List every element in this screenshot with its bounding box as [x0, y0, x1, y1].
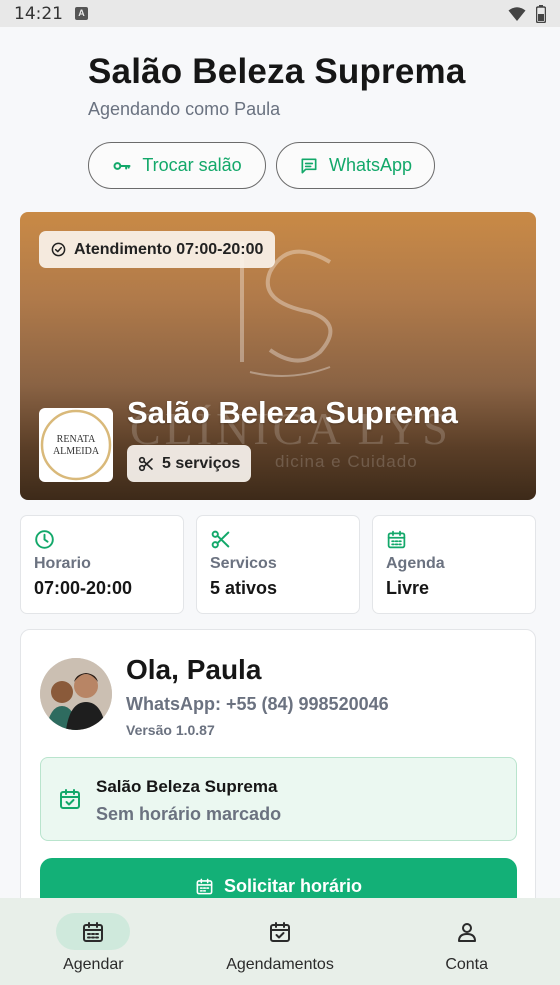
hours-badge-label: Atendimento 07:00-20:00 [74, 240, 264, 258]
services-chip-label: 5 serviços [162, 454, 241, 472]
page-title: Salão Beleza Suprema [88, 52, 466, 91]
watermark-tagline: dicina e Cuidado [275, 452, 418, 471]
stat-label: Servicos [210, 555, 277, 572]
appointment-status: Sem horário marcado [96, 804, 282, 824]
greeting: Ola, Paula [126, 654, 262, 685]
nav-item-conta[interactable]: Conta [373, 898, 560, 985]
battery-icon [536, 4, 546, 23]
nav-label: Conta [445, 956, 489, 973]
key-icon [113, 161, 131, 170]
bottom-navigation: Agendar Agendamentos Conta [0, 898, 560, 985]
page-subtitle: Agendando como Paula [88, 99, 281, 119]
calendar-check-icon [60, 789, 80, 809]
salon-logo: RENATA ALMEIDA [39, 408, 113, 482]
scissors-icon [211, 530, 230, 549]
whatsapp-label: WhatsApp [328, 155, 413, 175]
stat-value: 5 ativos [210, 578, 278, 598]
nav-indicator [430, 913, 504, 950]
calendar-icon [196, 878, 213, 894]
stat-label: Agenda [386, 555, 445, 572]
profile-card: Ola, Paula WhatsApp: +55 (84) 998520046 … [20, 629, 536, 929]
svg-text:RENATA: RENATA [57, 434, 96, 445]
nav-indicator [56, 913, 131, 950]
appointment-status-box: Salão Beleza Suprema Sem horário marcado [40, 757, 517, 841]
person-icon [457, 922, 476, 942]
nav-item-agendamentos[interactable]: Agendamentos [187, 898, 374, 985]
stat-card-services: Servicos 5 ativos [196, 515, 360, 614]
wifi-icon [508, 6, 526, 21]
stat-value: 07:00-20:00 [34, 578, 133, 598]
nav-item-agendar[interactable]: Agendar [0, 898, 187, 985]
calendar-check-icon [270, 921, 290, 942]
hours-badge: Atendimento 07:00-20:00 [39, 231, 276, 268]
nav-indicator [243, 913, 317, 950]
clock-icon [35, 530, 54, 549]
switch-salon-button[interactable]: Trocar salão [88, 142, 266, 189]
salon-hero-banner: CLÍNICA LYS dicina e Cuidado Atendimento… [20, 212, 536, 500]
calendar-icon [83, 921, 104, 942]
chat-icon [301, 158, 317, 173]
avatar [40, 658, 112, 730]
svg-text:ALMEIDA: ALMEIDA [53, 446, 100, 457]
stat-value: Livre [386, 578, 430, 598]
request-appointment-label: Solicitar horário [223, 875, 363, 896]
whatsapp-button[interactable]: WhatsApp [276, 142, 435, 189]
stat-label: Horario [34, 555, 91, 572]
scissors-icon [138, 456, 153, 471]
appointment-salon: Salão Beleza Suprema [96, 777, 278, 796]
whatsapp-number: WhatsApp: +55 (84) 998520046 [126, 694, 389, 714]
renata-almeida-logo: RENATA ALMEIDA [40, 409, 112, 481]
status-bar: 14:21 A [0, 0, 560, 27]
stat-card-hours: Horario 07:00-20:00 [20, 515, 184, 614]
nav-label: Agendamentos [226, 956, 334, 973]
notification-icon: A [75, 7, 88, 20]
status-time: 14:21 [14, 3, 63, 24]
app-version: Versão 1.0.87 [126, 722, 215, 738]
calendar-icon [387, 530, 406, 549]
services-chip: 5 serviços [127, 445, 252, 482]
switch-salon-label: Trocar salão [142, 155, 242, 175]
nav-label: Agendar [63, 956, 124, 973]
check-circle-icon [51, 242, 66, 257]
hero-salon-name: Salão Beleza Suprema [127, 395, 458, 430]
stat-card-agenda: Agenda Livre [372, 515, 536, 614]
